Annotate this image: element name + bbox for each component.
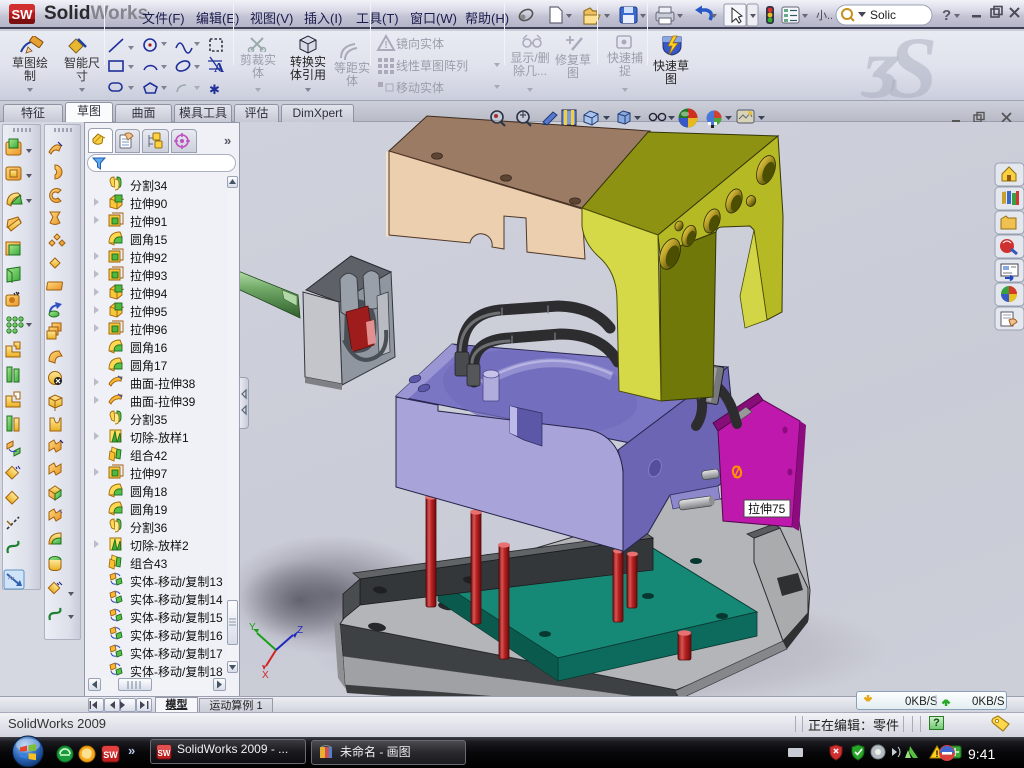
svg-text:X: X — [262, 670, 269, 681]
svg-text:SW: SW — [158, 749, 171, 758]
svg-text:0KB/S: 0KB/S — [905, 696, 938, 708]
svg-text:Z: Z — [297, 625, 303, 636]
svg-text:SW: SW — [103, 750, 118, 760]
svg-text:0KB/S: 0KB/S — [972, 696, 1005, 708]
svg-text:✱: ✱ — [209, 82, 220, 96]
svg-text:小..: 小.. — [816, 9, 833, 22]
svg-text:SW: SW — [12, 7, 34, 22]
svg-text:!: ! — [384, 40, 387, 51]
svg-text:?: ? — [942, 7, 951, 24]
svg-text:A: A — [214, 61, 225, 76]
svg-text:»: » — [224, 133, 231, 148]
svg-text:拉伸75: 拉伸75 — [748, 501, 786, 516]
svg-text:Y: Y — [249, 622, 256, 633]
svg-text:»: » — [128, 744, 135, 758]
